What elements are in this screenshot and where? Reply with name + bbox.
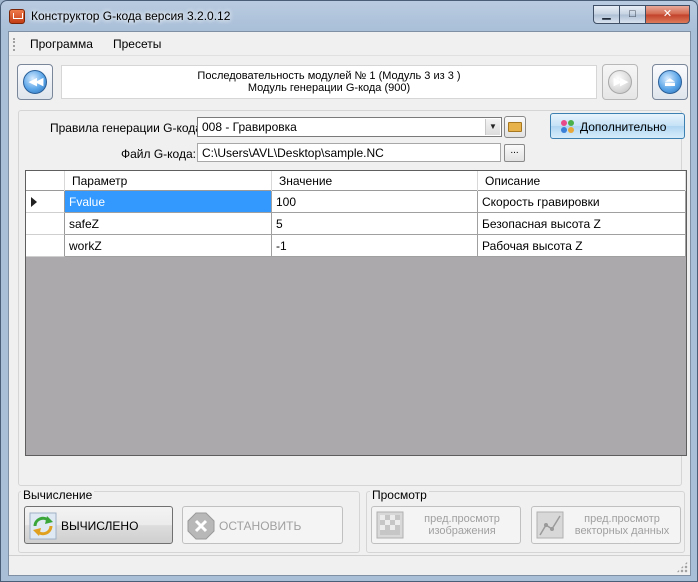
next-module-button[interactable]: ▶▶ (602, 64, 638, 100)
vector-preview-icon (536, 511, 564, 539)
chevron-down-icon[interactable]: ▼ (485, 119, 500, 135)
preview-image-label: пред.просмотр изображения (406, 513, 518, 537)
row-header[interactable] (26, 213, 65, 235)
table-row[interactable]: workZ -1 Рабочая высота Z (26, 235, 686, 257)
menu-presets[interactable]: Пресеты (113, 37, 161, 51)
stop-icon (187, 512, 215, 540)
folder-icon (508, 122, 522, 132)
rules-edit-button[interactable] (504, 116, 526, 138)
image-preview-icon (376, 511, 404, 539)
column-header-param[interactable]: Параметр (65, 171, 272, 191)
stop-button[interactable]: ОСТАНОВИТЬ (182, 506, 343, 544)
preview-image-button[interactable]: пред.просмотр изображения (371, 506, 521, 544)
eject-button[interactable]: ⏏ (652, 64, 688, 100)
grid-corner (26, 171, 65, 191)
cell-param[interactable]: workZ (65, 235, 272, 257)
rules-label: Правила генерации G-кода: (50, 121, 206, 135)
menu-grip (13, 38, 16, 51)
parameters-grid[interactable]: Параметр Значение Описание Fvalue 100 Ск… (25, 170, 687, 456)
sequence-line-2: Модуль генерации G-кода (900) (247, 82, 411, 94)
file-path-input[interactable]: C:\Users\AVL\Desktop\sample.NC (197, 143, 501, 162)
cell-value[interactable]: 100 (272, 191, 478, 213)
cell-desc[interactable]: Рабочая высота Z (478, 235, 686, 257)
molecule-icon (561, 120, 575, 134)
current-row-icon (31, 197, 37, 207)
cell-desc[interactable]: Скорость гравировки (478, 191, 686, 213)
client-area: Программа Пресеты ◀◀ Последовательность … (8, 31, 691, 576)
resize-grip-icon[interactable] (676, 561, 688, 573)
cell-value[interactable]: 5 (272, 213, 478, 235)
preview-vector-line-2: векторных данных (574, 525, 670, 537)
title-bar[interactable]: Конструктор G-кода версия 3.2.0.12 ▁ □ ✕ (1, 1, 697, 31)
previous-module-button[interactable]: ◀◀ (17, 64, 53, 100)
rules-select-value: 008 - Гравировка (202, 120, 297, 134)
rewind-icon: ◀◀ (23, 70, 47, 94)
cell-desc[interactable]: Безопасная высота Z (478, 213, 686, 235)
table-row[interactable]: Fvalue 100 Скорость гравировки (26, 191, 686, 213)
row-header[interactable] (26, 235, 65, 257)
preview-vector-button[interactable]: пред.просмотр векторных данных (531, 506, 681, 544)
app-icon[interactable] (9, 9, 25, 24)
close-button[interactable]: ✕ (645, 5, 690, 24)
advanced-button-label: Дополнительно (580, 120, 667, 134)
status-bar (9, 555, 690, 575)
browse-button[interactable]: ... (504, 144, 525, 162)
cell-value[interactable]: -1 (272, 235, 478, 257)
minimize-button[interactable]: ▁ (593, 5, 620, 24)
compute-button-label: ВЫЧИСЛЕНО (61, 519, 139, 533)
calculation-group-title: Вычисление (21, 488, 95, 502)
eject-icon: ⏏ (658, 70, 682, 94)
compute-button[interactable]: ВЫЧИСЛЕНО (24, 506, 173, 544)
column-header-value[interactable]: Значение (272, 171, 478, 191)
cell-param[interactable]: Fvalue (65, 191, 272, 213)
preview-vector-line-1: пред.просмотр (584, 513, 660, 525)
stop-button-label: ОСТАНОВИТЬ (219, 519, 302, 533)
sequence-info: Последовательность модулей № 1 (Модуль 3… (61, 65, 597, 99)
rules-select[interactable]: 008 - Гравировка ▼ (197, 117, 502, 137)
window-title: Конструктор G-кода версия 3.2.0.12 (31, 9, 231, 23)
grid-header: Параметр Значение Описание (26, 171, 686, 191)
advanced-button[interactable]: Дополнительно (550, 113, 685, 139)
preview-image-line-1: пред.просмотр (424, 513, 500, 525)
cell-param[interactable]: safeZ (65, 213, 272, 235)
fast-forward-icon: ▶▶ (608, 70, 632, 94)
preview-image-line-2: изображения (428, 525, 496, 537)
table-row[interactable]: safeZ 5 Безопасная высота Z (26, 213, 686, 235)
file-label: Файл G-кода: (121, 147, 196, 161)
maximize-button[interactable]: □ (619, 5, 646, 24)
menu-program[interactable]: Программа (30, 37, 93, 51)
sequence-line-1: Последовательность модулей № 1 (Модуль 3… (197, 70, 461, 82)
preview-group-title: Просмотр (370, 488, 429, 502)
preview-vector-label: пред.просмотр векторных данных (566, 513, 678, 537)
refresh-icon (29, 512, 57, 540)
main-window: Конструктор G-кода версия 3.2.0.12 ▁ □ ✕… (0, 0, 698, 582)
column-header-desc[interactable]: Описание (478, 171, 686, 191)
menu-bar: Программа Пресеты (9, 32, 690, 56)
row-header[interactable] (26, 191, 65, 213)
